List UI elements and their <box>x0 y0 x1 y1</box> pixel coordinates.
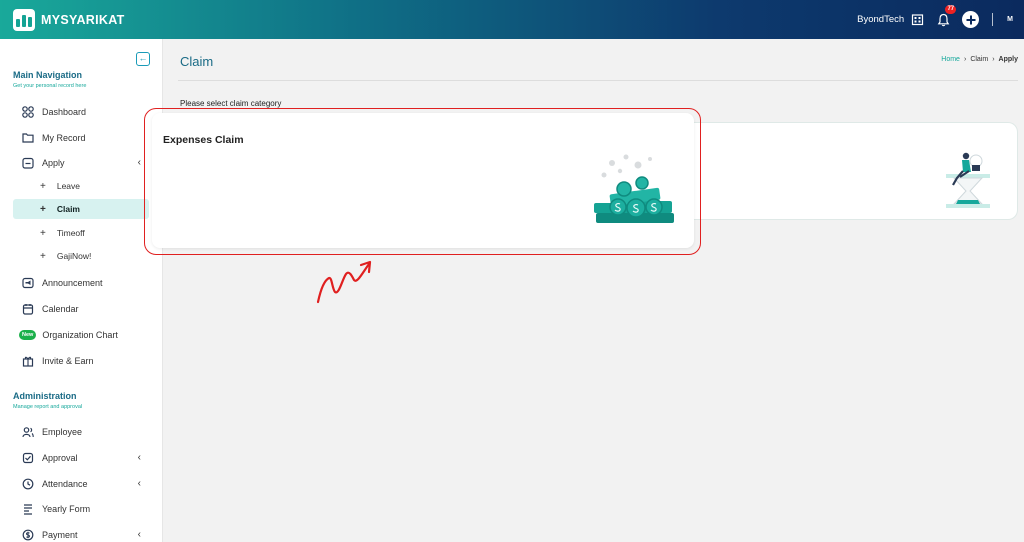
employee-icon <box>21 425 35 439</box>
sidebar-item-approval[interactable]: Approval ‹ <box>13 446 149 469</box>
breadcrumb-claim-link[interactable]: Claim <box>970 56 988 63</box>
plus-icon: + <box>40 180 46 192</box>
gift-icon <box>21 354 35 368</box>
sidebar-item-organization-chart[interactable]: New Organization Chart <box>13 323 149 346</box>
sidebar-item-employee[interactable]: Employee <box>13 420 149 443</box>
sidebar-item-label: Approval <box>42 452 78 463</box>
sidebar-item-yearly-form[interactable]: Yearly Form <box>13 497 149 520</box>
user-avatar[interactable]: M <box>1007 16 1013 23</box>
sidebar-item-my-record[interactable]: My Record <box>13 126 149 149</box>
plus-icon: + <box>40 227 46 239</box>
sidebar-item-label: Announcement <box>42 277 103 288</box>
add-circle-icon[interactable] <box>962 11 980 28</box>
sidebar-item-label: My Record <box>42 132 86 143</box>
sidebar-item-label: Yearly Form <box>42 503 91 514</box>
sidebar-item-label: Attendance <box>42 478 88 489</box>
sidebar-item-label: Invite & Earn <box>42 355 94 366</box>
company-name[interactable]: ByondTech <box>857 14 904 25</box>
chevron-left-icon: ‹ <box>137 452 141 463</box>
payment-icon <box>21 528 35 542</box>
main-navigation-title: Main Navigation <box>13 70 83 80</box>
sidebar-item-label: Apply <box>42 157 65 168</box>
sidebar-subitem-leave[interactable]: + Leave <box>13 176 149 196</box>
claim-category-card[interactable] <box>694 122 1018 220</box>
notification-badge: 77 <box>945 4 957 14</box>
dashboard-grid-icon <box>21 105 35 119</box>
form-icon <box>21 502 35 516</box>
divider <box>992 13 994 26</box>
breadcrumb-current: Apply <box>998 56 1018 63</box>
highlight-frame <box>144 108 701 255</box>
page-title: Claim <box>180 54 214 69</box>
divider <box>178 80 1018 81</box>
claim-category-prompt: Please select claim category <box>180 99 282 108</box>
sidebar-item-announcement[interactable]: Announcement <box>13 271 149 294</box>
person-hourglass-illustration <box>946 152 990 208</box>
breadcrumb: Home › Claim › Apply <box>941 56 1018 63</box>
brand-logo[interactable]: MYSYARIKAT <box>13 8 125 31</box>
breadcrumb-home-link[interactable]: Home <box>941 56 960 63</box>
approval-icon <box>21 451 35 465</box>
sidebar-subitem-gajinow[interactable]: + GajiNow! <box>13 246 149 266</box>
main-navigation-subtitle: Get your personal record here <box>13 83 87 89</box>
sidebar-item-label: Calendar <box>42 303 79 314</box>
collapse-sidebar-icon[interactable]: ← <box>136 52 150 66</box>
brand-name: MYSYARIKAT <box>41 12 125 27</box>
notification-bell-icon[interactable]: 77 <box>937 4 957 27</box>
sidebar-subitem-label: GajiNow! <box>56 251 92 261</box>
plus-icon: + <box>40 250 46 262</box>
sidebar-item-label: Organization Chart <box>42 329 118 340</box>
chevron-left-icon: ‹ <box>137 478 141 489</box>
sidebar-item-apply[interactable]: Apply ‹ <box>13 151 149 174</box>
apply-icon <box>21 156 35 170</box>
sidebar-subitem-timeoff[interactable]: + Timeoff <box>13 223 149 243</box>
plus-icon: + <box>40 203 46 215</box>
clock-icon <box>21 477 35 491</box>
new-badge: New <box>19 329 37 340</box>
administration-subtitle: Manage report and approval <box>13 404 83 410</box>
building-icon[interactable] <box>911 13 924 26</box>
sidebar: ← Main Navigation Get your personal reco… <box>0 39 163 542</box>
announcement-icon <box>21 276 35 290</box>
folder-icon <box>21 131 35 145</box>
sidebar-item-calendar[interactable]: Calendar <box>13 297 149 320</box>
sidebar-item-label: Dashboard <box>42 106 87 117</box>
sidebar-subitem-label: Leave <box>56 181 81 191</box>
sidebar-subitem-label: Claim <box>56 204 80 214</box>
chevron-left-icon: ‹ <box>137 157 141 168</box>
sidebar-item-payment[interactable]: Payment ‹ <box>13 523 149 542</box>
calendar-icon <box>21 302 35 316</box>
chevron-right-icon: › <box>992 56 995 63</box>
chevron-left-icon: ‹ <box>137 529 141 540</box>
sidebar-subitem-claim[interactable]: + Claim <box>13 199 149 219</box>
logo-icon <box>13 8 35 31</box>
sidebar-item-attendance[interactable]: Attendance ‹ <box>13 472 149 495</box>
sidebar-item-invite-earn[interactable]: Invite & Earn <box>13 349 149 372</box>
arrow-annotation-icon <box>316 260 372 304</box>
sidebar-item-label: Payment <box>42 529 78 540</box>
sidebar-subitem-label: Timeoff <box>56 228 85 238</box>
sidebar-item-label: Employee <box>42 426 83 437</box>
top-bar: MYSYARIKAT ByondTech 77 M <box>0 0 1024 39</box>
administration-title: Administration <box>13 391 77 401</box>
sidebar-item-dashboard[interactable]: Dashboard <box>13 100 149 123</box>
chevron-right-icon: › <box>963 56 967 63</box>
